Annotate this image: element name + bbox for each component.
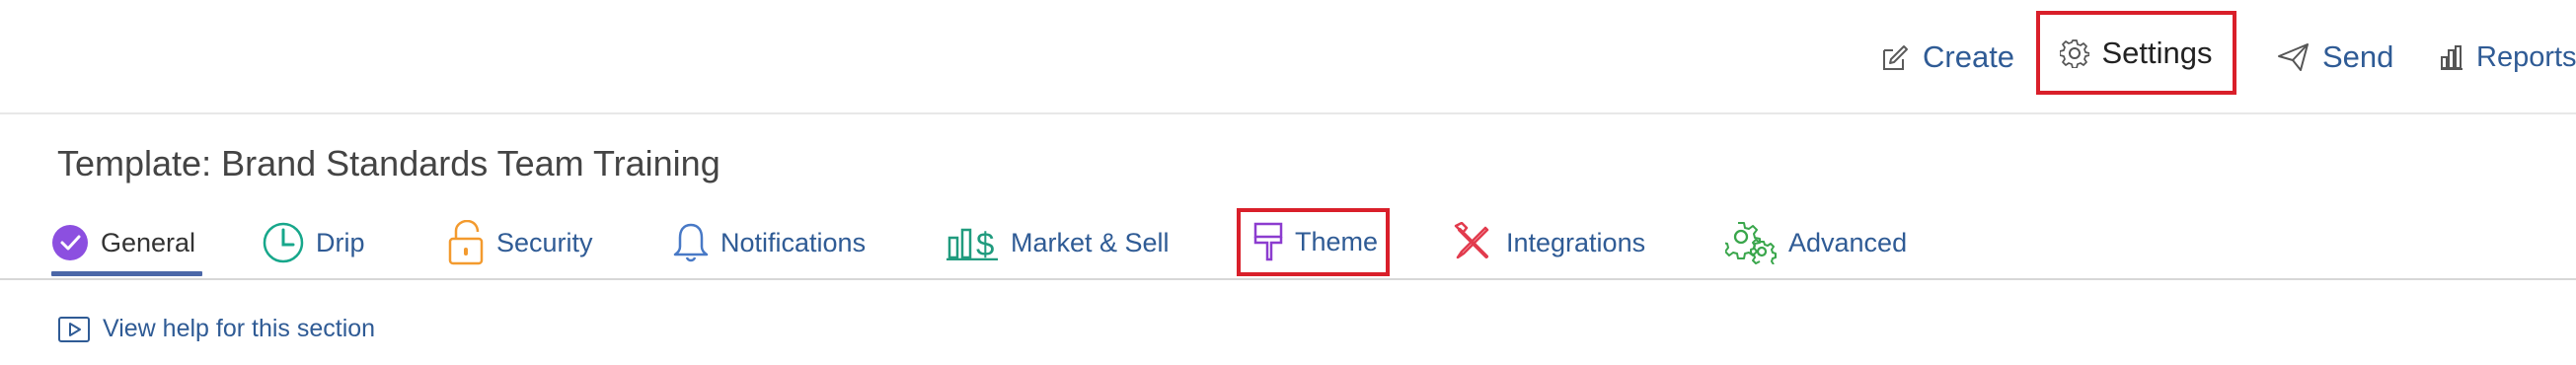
tab-security[interactable]: Security bbox=[447, 220, 593, 265]
page-title: Template: Brand Standards Team Training bbox=[57, 143, 720, 183]
tab-notifications[interactable]: Notifications bbox=[673, 222, 866, 263]
tab-general[interactable]: General bbox=[51, 222, 195, 263]
settings-button[interactable]: Settings bbox=[2036, 11, 2236, 95]
unlock-icon bbox=[447, 220, 485, 265]
view-help-link[interactable]: View help for this section bbox=[57, 315, 375, 343]
settings-label: Settings bbox=[2101, 35, 2213, 70]
tab-label-integrations: Integrations bbox=[1506, 227, 1646, 257]
gear-icon bbox=[2060, 38, 2090, 68]
tab-label-security: Security bbox=[496, 227, 593, 257]
tab-label-notifications: Notifications bbox=[720, 227, 867, 257]
gears-icon bbox=[1725, 221, 1777, 264]
check-circle-icon bbox=[51, 224, 89, 261]
edit-icon bbox=[1880, 42, 1911, 73]
bell-icon bbox=[673, 222, 709, 263]
help-label: View help for this section bbox=[103, 315, 376, 342]
market-sell-icon: $ bbox=[946, 225, 999, 260]
tab-integrations[interactable]: Integrations bbox=[1453, 222, 1645, 263]
tools-icon bbox=[1453, 222, 1494, 263]
tab-label-drip: Drip bbox=[316, 227, 365, 257]
send-label: Send bbox=[2322, 39, 2394, 74]
tab-theme[interactable]: Theme bbox=[1237, 208, 1390, 276]
reports-button[interactable]: Reports bbox=[2438, 0, 2576, 114]
reports-label: Reports bbox=[2476, 40, 2576, 73]
paper-plane-icon bbox=[2277, 42, 2311, 72]
video-play-icon bbox=[57, 316, 91, 343]
clock-icon bbox=[263, 222, 304, 263]
bar-chart-icon bbox=[2438, 44, 2464, 71]
top-navigation: Create Settings Send Reports bbox=[0, 0, 2576, 114]
tab-drip[interactable]: Drip bbox=[263, 222, 365, 263]
app-page: Create Settings Send Reports Template: B… bbox=[0, 0, 2576, 365]
tab-label-advanced: Advanced bbox=[1788, 227, 1908, 257]
settings-tabs: General Drip Security Notifications $ Ma… bbox=[0, 208, 2576, 280]
tab-advanced[interactable]: Advanced bbox=[1725, 221, 1908, 264]
create-label: Create bbox=[1923, 39, 2015, 74]
tab-label-market-sell: Market & Sell bbox=[1011, 227, 1170, 257]
active-tab-underline bbox=[51, 271, 202, 276]
create-button[interactable]: Create bbox=[1880, 0, 2014, 114]
tab-label-theme: Theme bbox=[1295, 227, 1379, 256]
send-button[interactable]: Send bbox=[2277, 0, 2393, 114]
tab-market-sell[interactable]: $ Market & Sell bbox=[946, 222, 1170, 263]
paintbrush-icon bbox=[1253, 222, 1283, 263]
svg-text:$: $ bbox=[976, 226, 994, 260]
tab-label-general: General bbox=[101, 227, 196, 257]
